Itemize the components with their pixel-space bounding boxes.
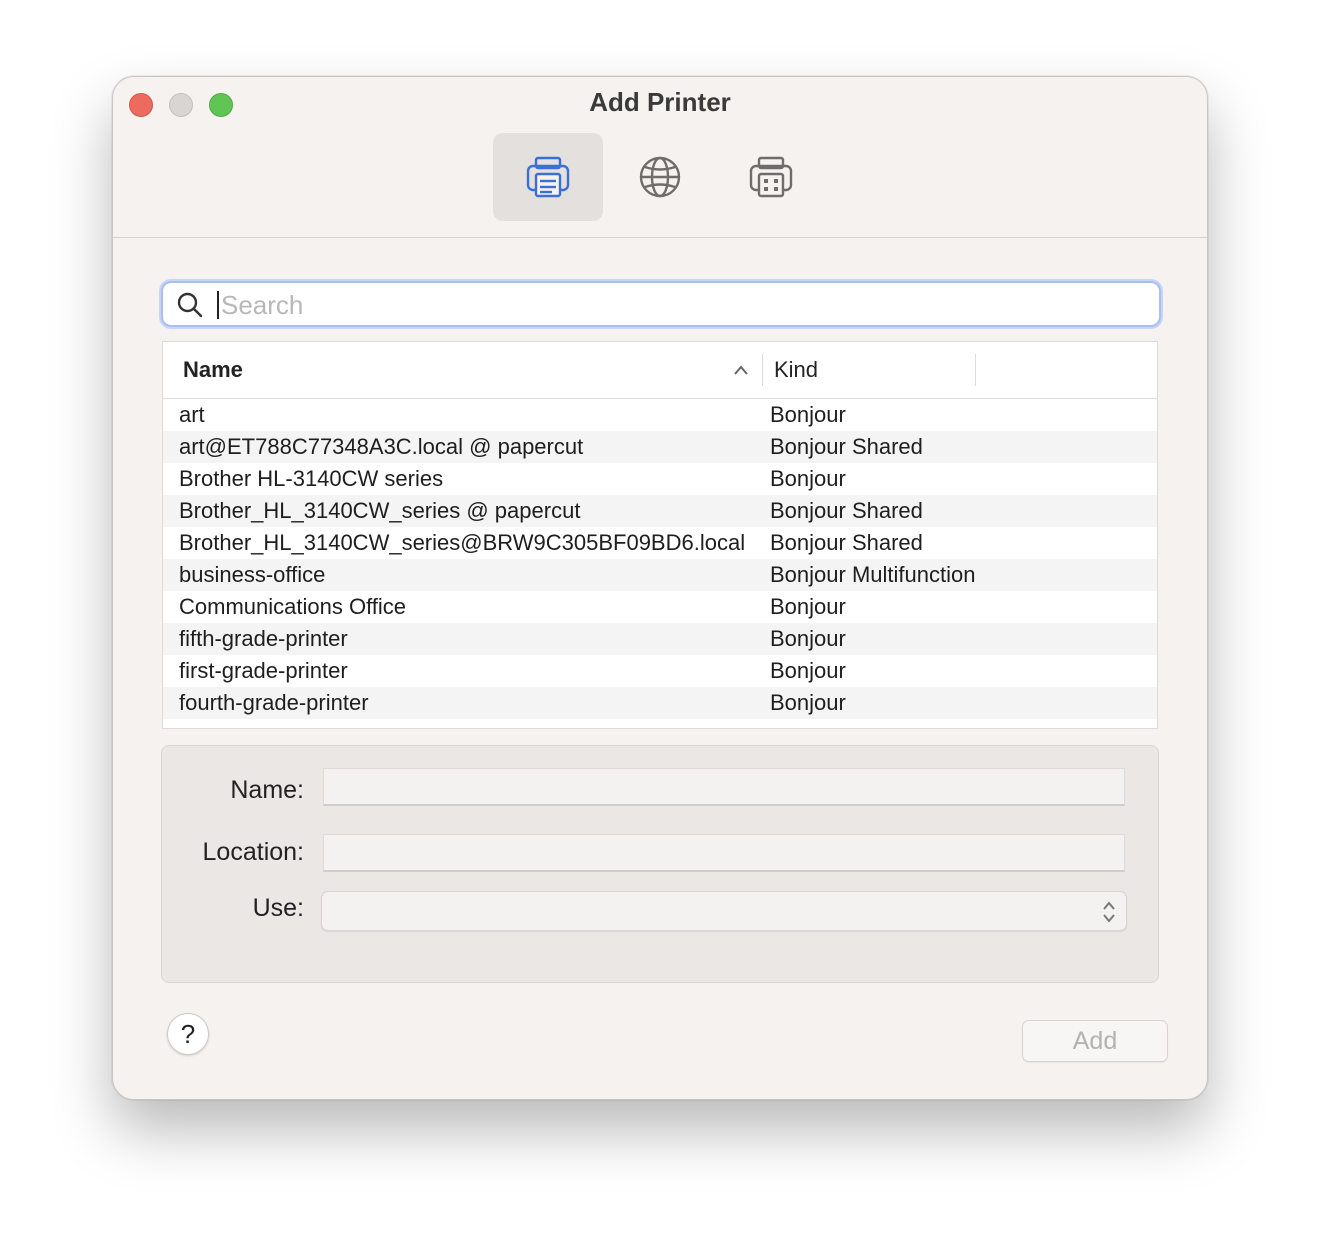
help-button[interactable]: ? <box>167 1013 209 1055</box>
printer-kind-cell: Bonjour Multifunction <box>770 562 976 587</box>
use-label: Use: <box>252 894 304 922</box>
add-button[interactable]: Add <box>1022 1020 1168 1062</box>
printer-list-table[interactable]: Name Kind art Bonjour art@ET788C77348A3C.… <box>162 341 1158 729</box>
printer-name-cell: first-grade-printer <box>179 658 348 683</box>
table-row[interactable]: fourth-grade-printer Bonjour <box>163 687 1157 719</box>
table-row[interactable]: Brother_HL_3140CW_series @ papercut Bonjo… <box>163 495 1157 527</box>
table-row[interactable]: Brother HL-3140CW series Bonjour <box>163 463 1157 495</box>
column-header-kind[interactable]: Kind <box>774 342 818 398</box>
toolbar-ip-printer-button[interactable] <box>605 133 715 221</box>
windows-printer-icon <box>749 156 793 198</box>
printer-name-cell: art <box>179 402 205 427</box>
location-label: Location: <box>202 838 304 866</box>
column-divider[interactable] <box>975 354 976 386</box>
table-row[interactable]: Communications Office Bonjour <box>163 591 1157 623</box>
printer-location-field[interactable] <box>323 834 1125 872</box>
table-row[interactable]: business-office Bonjour Multifunction <box>163 559 1157 591</box>
table-row[interactable]: Brother_HL_3140CW_series@BRW9C305BF09BD6… <box>163 527 1157 559</box>
printer-kind-cell: Bonjour <box>770 402 846 427</box>
printer-kind-cell: Bonjour <box>770 658 846 683</box>
printer-kind-cell: Bonjour Shared <box>770 434 923 459</box>
table-row[interactable] <box>163 719 1157 728</box>
printer-kind-cell: Bonjour <box>770 466 846 491</box>
printer-name-cell: business-office <box>179 562 326 587</box>
add-printer-window: Add Printer Search Name Kind art Bonjour… <box>112 76 1208 1100</box>
toolbar-windows-printer-button[interactable] <box>716 133 826 221</box>
printer-kind-cell: Bonjour Shared <box>770 530 923 555</box>
column-divider[interactable] <box>762 354 763 386</box>
table-row[interactable]: first-grade-printer Bonjour <box>163 655 1157 687</box>
printer-name-cell: Brother HL-3140CW series <box>179 466 444 491</box>
toolbar-default-printers-button[interactable] <box>493 133 603 221</box>
printer-name-cell: fourth-grade-printer <box>179 690 369 715</box>
printer-name-cell: Communications Office <box>179 594 407 619</box>
globe-icon <box>639 156 681 198</box>
search-icon <box>177 292 203 318</box>
printer-name-cell: art@ET788C77348A3C.local @ papercut <box>179 434 584 459</box>
window-title: Add Printer <box>589 87 731 117</box>
printer-name-field[interactable] <box>323 768 1125 806</box>
printer-kind-cell: Bonjour Shared <box>770 498 923 523</box>
table-rows: art Bonjour art@ET788C77348A3C.local @ pa… <box>163 399 1157 728</box>
sort-ascending-icon <box>734 365 748 375</box>
printer-name-cell: fifth-grade-printer <box>179 626 348 651</box>
printer-icon <box>526 156 570 198</box>
table-row[interactable]: art@ET788C77348A3C.local @ papercut Bonjo… <box>163 431 1157 463</box>
name-label: Name: <box>230 776 304 804</box>
search-field[interactable] <box>161 281 1161 327</box>
titlebar: Add Printer <box>113 77 1207 238</box>
printer-kind-cell: Bonjour <box>770 594 846 619</box>
table-header: Name Kind <box>163 342 1157 399</box>
chevron-up-down-icon <box>1103 901 1115 923</box>
printer-kind-cell: Bonjour <box>770 626 846 651</box>
printer-name-cell: Brother_HL_3140CW_series@BRW9C305BF09BD6… <box>179 530 746 555</box>
printer-kind-cell: Bonjour <box>770 690 846 715</box>
printer-details-panel: Name: Location: Use: <box>161 745 1159 983</box>
printer-name-cell: Brother_HL_3140CW_series @ papercut <box>179 498 581 523</box>
column-header-name[interactable]: Name <box>183 342 243 398</box>
use-driver-select[interactable] <box>321 891 1127 931</box>
table-row[interactable]: fifth-grade-printer Bonjour <box>163 623 1157 655</box>
table-row[interactable]: art Bonjour <box>163 399 1157 431</box>
search-input[interactable] <box>219 287 1143 323</box>
